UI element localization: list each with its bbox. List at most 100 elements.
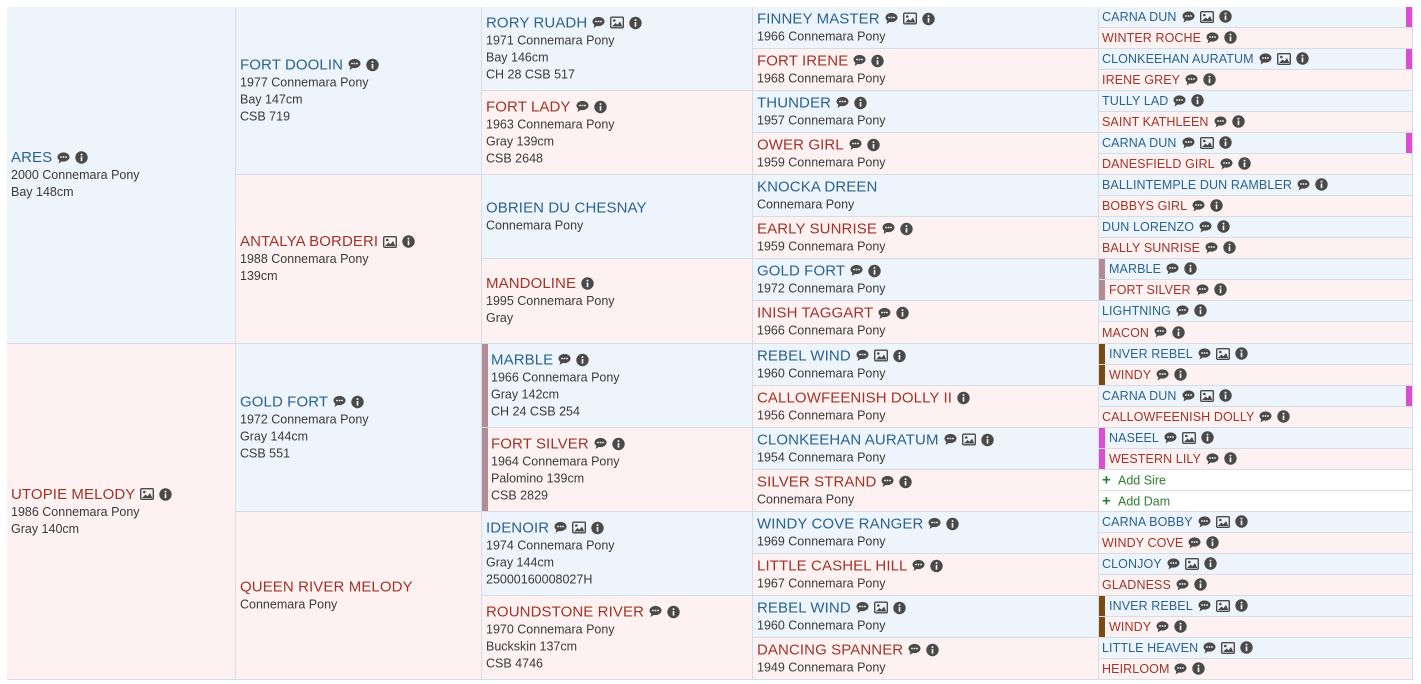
horse-name-link[interactable]: WINDY: [1109, 620, 1151, 634]
horse-name-link[interactable]: ROUNDSTONE RIVER: [486, 603, 644, 620]
horse-name-link[interactable]: INVER REBEL: [1109, 599, 1193, 613]
comment-icon[interactable]: [1167, 558, 1180, 570]
horse-name-link[interactable]: EARLY SUNRISE: [757, 220, 877, 237]
photo-icon[interactable]: [873, 349, 888, 362]
info-icon[interactable]: [1172, 326, 1185, 339]
horse-name-link[interactable]: IDENOIR: [486, 519, 549, 536]
horse-name-link[interactable]: CLONKEEHAN AURATUM: [1102, 52, 1254, 66]
horse-name-link[interactable]: LIGHTNING: [1102, 304, 1171, 318]
horse-name-link[interactable]: FORT LADY: [486, 98, 571, 115]
info-icon[interactable]: [893, 601, 906, 614]
info-icon[interactable]: [922, 12, 935, 25]
info-icon[interactable]: [1213, 283, 1227, 296]
horse-name-link[interactable]: ANTALYA BORDERI: [240, 233, 378, 250]
add-sire-link[interactable]: + Add Sire: [1102, 472, 1412, 489]
info-icon[interactable]: [1235, 599, 1248, 612]
info-icon[interactable]: [899, 475, 913, 488]
horse-name-link[interactable]: SAINT KATHLEEN: [1102, 115, 1209, 129]
info-icon[interactable]: [1240, 641, 1253, 654]
info-icon[interactable]: [1192, 662, 1206, 675]
horse-name-link[interactable]: CARNA DUN: [1102, 10, 1177, 24]
photo-icon[interactable]: [140, 488, 155, 501]
photo-icon[interactable]: [383, 235, 398, 248]
info-icon[interactable]: [1201, 431, 1214, 444]
horse-name-link[interactable]: BOBBYS GIRL: [1102, 199, 1187, 213]
comment-icon[interactable]: [1192, 200, 1205, 212]
comment-icon[interactable]: [1199, 221, 1212, 233]
horse-name-link[interactable]: WINTER ROCHE: [1102, 31, 1201, 45]
comment-icon[interactable]: [57, 152, 70, 164]
info-icon[interactable]: [1217, 220, 1230, 233]
info-icon[interactable]: [896, 307, 910, 320]
horse-name-link[interactable]: REBEL WIND: [757, 347, 851, 364]
comment-icon[interactable]: [1182, 11, 1195, 23]
info-icon[interactable]: [867, 138, 880, 151]
info-icon[interactable]: [1224, 452, 1237, 465]
info-icon[interactable]: [593, 100, 607, 113]
comment-icon[interactable]: [1156, 369, 1169, 381]
info-icon[interactable]: [366, 58, 379, 71]
photo-icon[interactable]: [572, 521, 587, 534]
photo-icon[interactable]: [1215, 515, 1230, 528]
comment-icon[interactable]: [1188, 537, 1201, 549]
horse-name-link[interactable]: FORT DOOLIN: [240, 56, 343, 73]
horse-name-link[interactable]: CARNA DUN: [1102, 136, 1177, 150]
info-icon[interactable]: [402, 235, 415, 248]
comment-icon[interactable]: [1173, 95, 1186, 107]
add-dam-link[interactable]: + Add Dam: [1102, 493, 1412, 510]
info-icon[interactable]: [1218, 389, 1232, 402]
info-icon[interactable]: [1295, 52, 1309, 65]
comment-icon[interactable]: [594, 438, 607, 450]
info-icon[interactable]: [1237, 157, 1251, 170]
horse-name-link[interactable]: INVER REBEL: [1109, 347, 1193, 361]
info-icon[interactable]: [1218, 136, 1232, 149]
comment-icon[interactable]: [885, 13, 898, 25]
comment-icon[interactable]: [1182, 390, 1195, 402]
comment-icon[interactable]: [850, 265, 863, 277]
comment-icon[interactable]: [853, 55, 866, 67]
comment-icon[interactable]: [908, 644, 921, 656]
comment-icon[interactable]: [1220, 158, 1233, 170]
horse-name-link[interactable]: CLONKEEHAN AURATUM: [757, 431, 939, 448]
comment-icon[interactable]: [1203, 642, 1216, 654]
comment-icon[interactable]: [1206, 453, 1219, 465]
comment-icon[interactable]: [1206, 32, 1219, 44]
horse-name-link[interactable]: BALLY SUNRISE: [1102, 241, 1200, 255]
info-icon[interactable]: [926, 643, 939, 656]
photo-icon[interactable]: [873, 601, 888, 614]
horse-name-link[interactable]: CARNA DUN: [1102, 389, 1177, 403]
info-icon[interactable]: [667, 605, 680, 618]
info-icon[interactable]: [1210, 199, 1223, 212]
info-icon[interactable]: [591, 521, 604, 534]
info-icon[interactable]: [1235, 515, 1248, 528]
horse-name-link[interactable]: MARBLE: [491, 351, 553, 368]
info-icon[interactable]: [957, 391, 970, 404]
horse-name-link[interactable]: LITTLE HEAVEN: [1102, 641, 1198, 655]
info-icon[interactable]: [629, 16, 643, 29]
comment-icon[interactable]: [1176, 305, 1189, 317]
horse-name-link[interactable]: REBEL WIND: [757, 599, 851, 616]
horse-name-link[interactable]: DUN LORENZO: [1102, 220, 1194, 234]
horse-name-link[interactable]: LITTLE CASHEL HILL: [757, 557, 907, 574]
horse-name-link[interactable]: ARES: [11, 149, 52, 166]
comment-icon[interactable]: [649, 606, 662, 618]
info-icon[interactable]: [159, 488, 173, 501]
info-icon[interactable]: [930, 559, 944, 572]
comment-icon[interactable]: [849, 139, 862, 151]
horse-name-link[interactable]: GOLD FORT: [240, 393, 328, 410]
comment-icon[interactable]: [554, 522, 567, 534]
info-icon[interactable]: [868, 264, 881, 277]
photo-icon[interactable]: [961, 433, 976, 446]
comment-icon[interactable]: [1198, 516, 1211, 528]
comment-icon[interactable]: [348, 59, 361, 71]
horse-name-link[interactable]: KNOCKA DREEN: [757, 178, 877, 195]
horse-name-link[interactable]: TULLY LAD: [1102, 94, 1168, 108]
horse-name-link[interactable]: GOLD FORT: [757, 262, 845, 279]
horse-name-link[interactable]: FORT IRENE: [757, 52, 848, 69]
info-icon[interactable]: [980, 433, 994, 446]
photo-icon[interactable]: [1276, 52, 1291, 65]
horse-name-link[interactable]: SILVER STRAND: [757, 473, 876, 490]
comment-icon[interactable]: [1214, 116, 1227, 128]
comment-icon[interactable]: [1166, 263, 1179, 275]
photo-icon[interactable]: [1215, 347, 1230, 360]
